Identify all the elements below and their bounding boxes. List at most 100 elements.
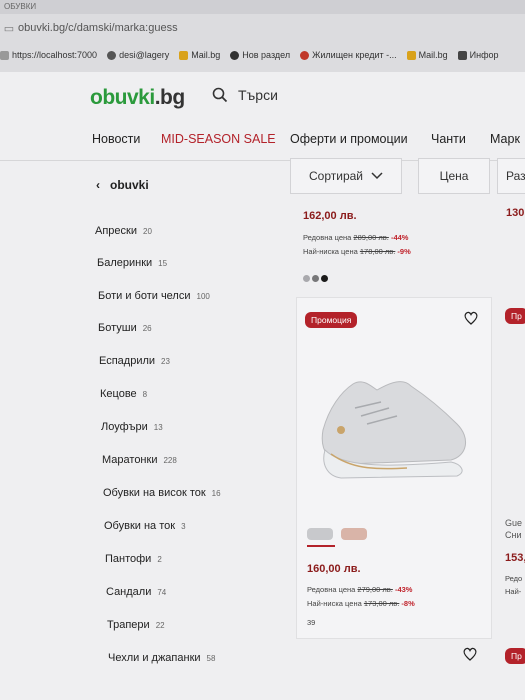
nav-item-new[interactable]: Новости xyxy=(92,132,140,146)
category-count: 15 xyxy=(158,259,168,268)
tab-title: ОБУВКИ xyxy=(4,2,37,11)
category-label: Пантофи xyxy=(105,553,152,565)
category-label: Сандали xyxy=(106,586,152,598)
nav-item-brands[interactable]: Марк xyxy=(490,132,520,146)
category-count: 13 xyxy=(153,423,163,432)
product-brand: Gue xyxy=(505,518,523,528)
category-label: Еспадрили xyxy=(99,355,156,367)
site-icon xyxy=(457,50,467,60)
bookmark-info[interactable]: Инфор xyxy=(457,50,499,60)
sidebar-category[interactable]: Лоуфъри 13 xyxy=(101,421,163,433)
category-label: Ботуши xyxy=(98,322,137,334)
sidebar-category[interactable]: Еспадрили 23 xyxy=(99,355,170,367)
nav-item-bags[interactable]: Чанти xyxy=(431,132,466,146)
bookmarks-bar: https://localhost:7000 desi@lagery Mail.… xyxy=(0,44,525,66)
main-nav: Новости MID-SEASON SALE Оферти и промоци… xyxy=(0,124,525,154)
category-count: 100 xyxy=(196,292,210,301)
color-swatch[interactable] xyxy=(321,275,328,282)
product-card[interactable]: Промоция 160,00 лв. Редовна цена 279,00 … xyxy=(296,297,492,639)
sneaker-image[interactable] xyxy=(311,368,477,486)
folder-icon xyxy=(179,50,189,60)
sidebar-category[interactable]: Чехли и джапанки 58 xyxy=(108,652,215,664)
color-swatches[interactable] xyxy=(303,269,330,287)
site-icon xyxy=(300,50,310,60)
category-count: 26 xyxy=(142,324,152,333)
size-filter-button[interactable]: Раз xyxy=(497,158,525,194)
promo-badge: Промоция xyxy=(305,312,358,328)
folder-icon xyxy=(406,50,416,60)
heart-icon[interactable] xyxy=(463,310,479,326)
address-bar[interactable]: ▭ obuvki.bg/c/damski/marka:guess xyxy=(0,18,525,38)
bookmark-new-tab[interactable]: Нов раздел xyxy=(230,50,290,60)
globe-icon xyxy=(0,50,9,60)
product-price: 160,00 лв. xyxy=(307,563,361,575)
page: obuvki.bg Търси Новости MID-SEASON SALE … xyxy=(0,72,525,700)
category-count: 74 xyxy=(157,588,167,597)
sort-button[interactable]: Сортирай xyxy=(290,158,402,194)
thumbnail[interactable] xyxy=(307,528,333,540)
sidebar-category[interactable]: Ботуши 26 xyxy=(98,322,152,334)
lowest-price-line: Най-ниска цена 173,00 лв. -8% xyxy=(307,599,415,608)
sidebar-back-label: obuvki xyxy=(110,178,149,192)
browser-chrome: ОБУВКИ ▭ obuvki.bg/c/damski/marka:guess … xyxy=(0,0,525,73)
category-label: Маратонки xyxy=(102,454,158,466)
bookmark-credit[interactable]: Жилищен кредит -... xyxy=(300,50,397,60)
sidebar-back-link[interactable]: ‹ obuvki xyxy=(96,178,149,192)
promo-badge: Пр xyxy=(505,648,525,664)
sidebar-category[interactable]: Обувки на ток 3 xyxy=(104,520,186,532)
regular-price-line: Редовна цена 289,00 лв. -44% xyxy=(303,233,409,242)
sidebar-category[interactable]: Сандали 74 xyxy=(106,586,166,598)
category-label: Лоуфъри xyxy=(101,421,148,433)
globe-icon xyxy=(230,50,240,60)
sidebar-category[interactable]: Маратонки 228 xyxy=(102,454,177,466)
sidebar-category[interactable]: Кецове 8 xyxy=(100,388,147,400)
category-count: 23 xyxy=(161,357,170,366)
sidebar-category[interactable]: Обувки на висок ток 16 xyxy=(103,487,221,499)
search-icon xyxy=(212,87,228,103)
thumbnail-strip[interactable] xyxy=(307,528,367,540)
price-filter-button[interactable]: Цена xyxy=(418,158,490,194)
product-price: 162,00 лв. xyxy=(303,210,357,222)
heart-icon[interactable] xyxy=(462,646,478,662)
category-label: Апрески xyxy=(95,225,137,237)
browser-tab[interactable]: ОБУВКИ xyxy=(0,0,525,14)
search-placeholder: Търси xyxy=(238,87,278,103)
sidebar-category[interactable]: Пантофи 2 xyxy=(105,553,162,565)
color-swatch[interactable] xyxy=(312,275,319,282)
category-label: Боти и боти челси xyxy=(98,290,191,302)
category-count: 20 xyxy=(143,227,152,236)
page-icon: ▭ xyxy=(3,22,15,35)
lowest-price-partial: Най- xyxy=(505,587,522,596)
sidebar-category[interactable]: Трапери 22 xyxy=(107,619,165,631)
search-box[interactable]: Търси xyxy=(212,87,278,103)
category-count: 228 xyxy=(163,456,177,465)
regular-price-partial: Редо xyxy=(505,574,523,583)
sidebar-category[interactable]: Апрески 20 xyxy=(95,225,152,237)
bookmark-desi[interactable]: desi@lagery xyxy=(107,50,169,60)
site-logo[interactable]: obuvki.bg xyxy=(90,86,185,110)
sidebar-category[interactable]: Балеринки 15 xyxy=(97,257,167,269)
category-count: 22 xyxy=(155,621,165,630)
account-icon xyxy=(107,50,117,60)
thumbnail-indicator xyxy=(307,545,335,547)
size-label: 39 xyxy=(307,618,316,627)
regular-price-line: Редовна цена 279,00 лв. -43% xyxy=(307,585,413,594)
category-count: 3 xyxy=(181,522,186,531)
nav-item-sale[interactable]: MID-SEASON SALE xyxy=(161,132,276,146)
category-count: 8 xyxy=(142,390,148,399)
category-label: Трапери xyxy=(107,619,150,631)
chevron-left-icon: ‹ xyxy=(96,178,100,192)
color-swatch[interactable] xyxy=(303,275,310,282)
category-label: Балеринки xyxy=(97,257,153,269)
thumbnail[interactable] xyxy=(341,528,367,540)
bookmark-mail-2[interactable]: Mail.bg xyxy=(406,50,448,60)
category-label: Обувки на ток xyxy=(104,520,176,532)
bookmark-localhost[interactable]: https://localhost:7000 xyxy=(0,50,97,60)
category-count: 58 xyxy=(206,654,216,663)
nav-item-offers[interactable]: Оферти и промоции xyxy=(290,132,408,146)
product-price-partial: 130 xyxy=(506,207,525,219)
sidebar-category[interactable]: Боти и боти челси 100 xyxy=(98,290,210,302)
category-label: Чехли и джапанки xyxy=(108,652,201,664)
bookmark-mail[interactable]: Mail.bg xyxy=(179,50,220,60)
url-text: obuvki.bg/c/damski/marka:guess xyxy=(18,22,178,34)
